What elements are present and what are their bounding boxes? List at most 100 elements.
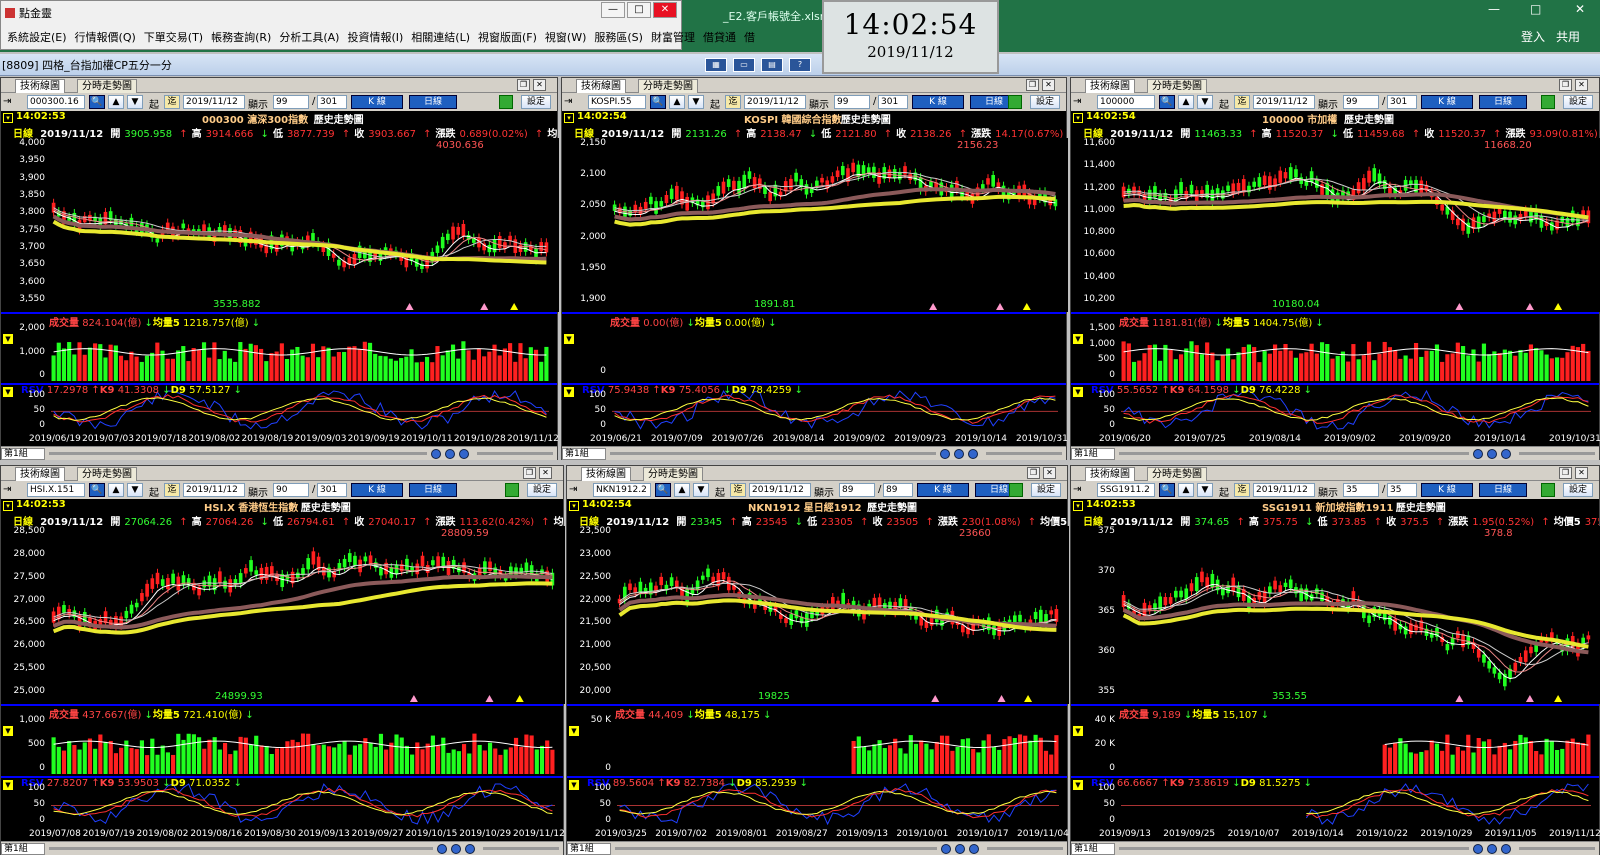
panel-close-icon[interactable]: ✕ [539, 467, 552, 479]
menu-item[interactable]: 借貸通 [699, 27, 740, 47]
zoom-fit-icon[interactable] [940, 449, 950, 459]
end-label[interactable]: 迄 [725, 95, 741, 109]
menu-item[interactable]: 視窗(W) [541, 27, 590, 47]
down-arrow-icon[interactable]: ▼ [693, 483, 709, 497]
group-select[interactable]: 第1組 [1, 843, 45, 855]
collapse-icon[interactable]: ▼ [569, 726, 579, 736]
layout-icon[interactable]: ▦ [705, 58, 727, 72]
help-icon[interactable]: ? [789, 58, 811, 72]
collapse-icon[interactable]: ▾ [1073, 501, 1083, 511]
up-arrow-icon[interactable]: ▲ [669, 95, 685, 109]
excel-export-icon[interactable] [1009, 483, 1023, 497]
symbol-input[interactable]: HSI.X.151 [27, 483, 85, 497]
end-label[interactable]: 迄 [1234, 483, 1250, 497]
scrollbar[interactable] [1119, 452, 1469, 455]
kline-select[interactable]: K 線 [1421, 95, 1473, 109]
count-input[interactable]: 99 [1343, 95, 1379, 109]
panel-restore-icon[interactable]: ❐ [1559, 79, 1572, 91]
zoom-fit-icon[interactable] [431, 449, 441, 459]
excel-export-icon[interactable] [1541, 483, 1555, 497]
tab-time-chart[interactable]: 分時走勢圖 [77, 467, 137, 481]
menu-item[interactable]: 帳務查詢(R) [207, 27, 275, 47]
zoom-out-icon[interactable] [1501, 449, 1511, 459]
panel-close-icon[interactable]: ✕ [1575, 79, 1588, 91]
collapse-icon[interactable]: ▼ [564, 334, 574, 344]
group-select[interactable]: 第1組 [567, 843, 611, 855]
date-select[interactable]: 2019/11/12 [744, 95, 806, 109]
login-link[interactable]: 登入 [1521, 28, 1545, 45]
search-icon[interactable]: 🔍 [89, 95, 105, 109]
date-select[interactable]: 2019/11/12 [1253, 95, 1315, 109]
app-close-button[interactable]: ✕ [653, 2, 677, 18]
menu-item[interactable]: 相關連結(L) [407, 27, 474, 47]
zoom-in-icon[interactable] [1487, 449, 1497, 459]
arrow-icon[interactable]: ⇥ [1073, 484, 1081, 495]
menu-item[interactable]: 服務區(S) [590, 27, 647, 47]
collapse-icon[interactable]: ▼ [3, 726, 13, 736]
down-arrow-icon[interactable]: ▼ [127, 95, 143, 109]
tab-tech-chart[interactable]: 技術線圖 [576, 79, 626, 93]
app-minimize-button[interactable]: — [601, 2, 625, 18]
count-input[interactable]: 89 [839, 483, 875, 497]
arrow-icon[interactable]: ⇥ [1073, 96, 1081, 107]
zoom-in-icon[interactable] [1487, 844, 1497, 854]
scrollbar[interactable] [615, 847, 937, 850]
zoom-in-icon[interactable] [445, 449, 455, 459]
layout-icon[interactable]: ▭ [733, 58, 755, 72]
scrollbar[interactable] [1119, 847, 1469, 850]
settings-button[interactable]: 設定 [521, 95, 551, 109]
zoom-slider[interactable] [986, 452, 1062, 455]
kline-select[interactable]: K 線 [1421, 483, 1473, 497]
arrow-icon[interactable]: ⇥ [3, 484, 11, 495]
total-input[interactable]: 301 [317, 483, 347, 497]
zoom-in-icon[interactable] [955, 844, 965, 854]
tab-tech-chart[interactable]: 技術線圖 [581, 467, 631, 481]
collapse-icon[interactable]: ▾ [3, 113, 13, 123]
date-select[interactable]: 2019/11/12 [183, 95, 245, 109]
search-icon[interactable]: 🔍 [650, 95, 666, 109]
settings-button[interactable]: 設定 [1030, 95, 1060, 109]
panel-close-icon[interactable]: ✕ [1575, 467, 1588, 479]
settings-button[interactable]: 設定 [1031, 483, 1061, 497]
tab-tech-chart[interactable]: 技術線圖 [15, 79, 65, 93]
zoom-slider[interactable] [477, 452, 553, 455]
search-icon[interactable]: 🔍 [1159, 95, 1175, 109]
date-select[interactable]: 2019/11/12 [749, 483, 811, 497]
collapse-icon[interactable]: ▾ [3, 501, 13, 511]
scrollbar[interactable] [49, 847, 433, 850]
app-restore-button[interactable]: □ [627, 2, 651, 18]
total-input[interactable]: 301 [1387, 95, 1417, 109]
zoom-out-icon[interactable] [968, 449, 978, 459]
zoom-out-icon[interactable] [969, 844, 979, 854]
menu-item[interactable]: 下單交易(T) [140, 27, 207, 47]
zoom-in-icon[interactable] [451, 844, 461, 854]
zoom-fit-icon[interactable] [1473, 449, 1483, 459]
tab-time-chart[interactable]: 分時走勢圖 [643, 467, 703, 481]
arrow-icon[interactable]: ⇥ [564, 96, 572, 107]
scrollbar[interactable] [49, 452, 427, 455]
symbol-input[interactable]: 100000 [1097, 95, 1155, 109]
excel-export-icon[interactable] [1541, 95, 1555, 109]
group-select[interactable]: 第1組 [1071, 843, 1115, 855]
down-arrow-icon[interactable]: ▼ [127, 483, 143, 497]
zoom-in-icon[interactable] [954, 449, 964, 459]
zoom-slider[interactable] [483, 847, 559, 850]
collapse-icon[interactable]: ▼ [3, 334, 13, 344]
panel-restore-icon[interactable]: ❐ [523, 467, 536, 479]
total-input[interactable]: 89 [883, 483, 913, 497]
close-icon[interactable]: ✕ [1575, 2, 1585, 16]
search-icon[interactable]: 🔍 [655, 483, 671, 497]
zoom-out-icon[interactable] [465, 844, 475, 854]
end-label[interactable]: 迄 [730, 483, 746, 497]
excel-export-icon[interactable] [1008, 95, 1022, 109]
total-input[interactable]: 35 [1387, 483, 1417, 497]
menu-item[interactable]: 投資情報(I) [343, 27, 407, 47]
down-arrow-icon[interactable]: ▼ [1197, 483, 1213, 497]
end-label[interactable]: 迄 [164, 95, 180, 109]
group-select[interactable]: 第1組 [1, 448, 45, 460]
zoom-slider[interactable] [1519, 847, 1595, 850]
settings-button[interactable]: 設定 [527, 483, 557, 497]
up-arrow-icon[interactable]: ▲ [674, 483, 690, 497]
collapse-icon[interactable]: ▾ [564, 113, 574, 123]
layout-icon[interactable]: ▤ [761, 58, 783, 72]
